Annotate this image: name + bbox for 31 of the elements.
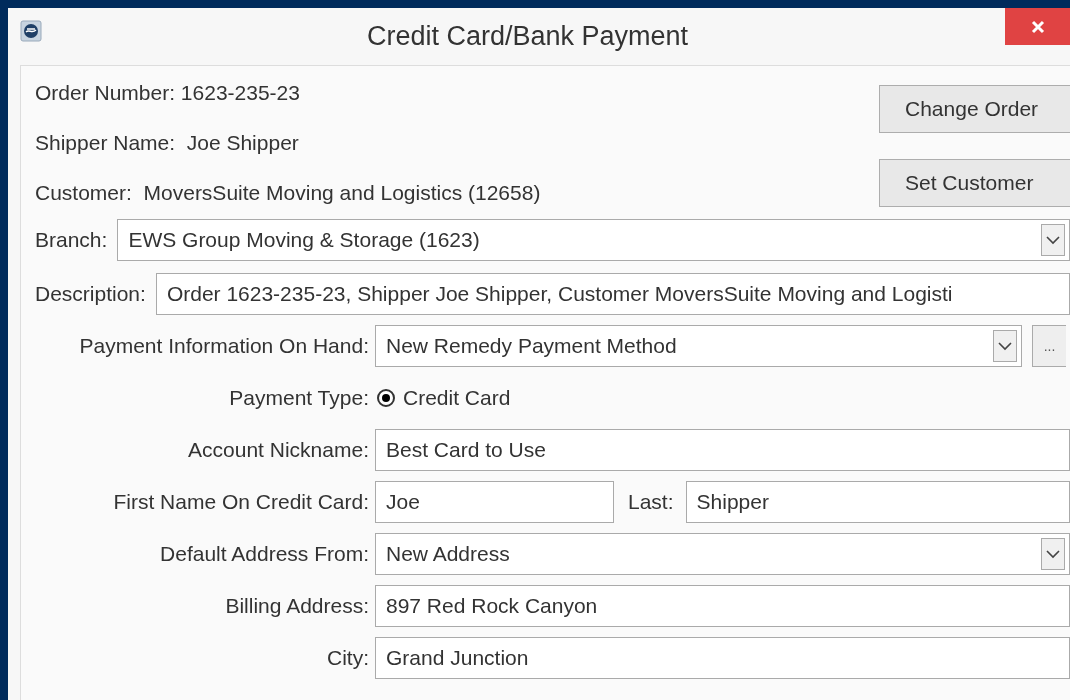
field-label: Description: — [35, 282, 146, 306]
field-label: Payment Information On Hand: — [78, 334, 369, 358]
field-label: City: — [326, 646, 369, 670]
action-button[interactable]: Change Order — [879, 85, 1070, 133]
text-field[interactable]: 897 Red Rock Canyon — [375, 585, 1070, 627]
action-button[interactable]: Set Customer — [879, 159, 1070, 207]
text-field[interactable]: Grand Junction — [375, 637, 1070, 679]
field-label: Last: — [628, 490, 674, 514]
radio-label[interactable]: Credit Card — [403, 386, 511, 410]
select-field[interactable]: New Remedy Payment Method — [375, 325, 1022, 367]
close-button[interactable] — [1005, 8, 1070, 45]
window-title: Credit Card/Bank Payment — [365, 21, 690, 52]
field-label: First Name On Credit Card: — [112, 490, 369, 514]
field-label: Payment Type: — [228, 386, 369, 410]
text-field[interactable]: Joe — [375, 481, 614, 523]
info-text: Shipper Name: Joe Shipper — [35, 130, 300, 156]
text-field[interactable]: Order 1623-235-23, Shipper Joe Shipper, Customer MoversSuite Moving and Logisti — [155, 273, 1070, 315]
text-field[interactable]: Shipper — [685, 481, 1070, 523]
select-field[interactable]: New Address — [375, 533, 1070, 575]
close-icon — [1030, 19, 1045, 34]
more-button[interactable]: ... — [1032, 325, 1066, 367]
select-field[interactable]: EWS Group Moving & Storage (1623) — [117, 219, 1070, 261]
field-label: Default Address From: — [159, 542, 369, 566]
radio-button[interactable] — [377, 389, 395, 407]
app-icon — [20, 20, 42, 42]
text-field[interactable]: Best Card to Use — [375, 429, 1070, 471]
field-label: Billing Address: — [224, 594, 369, 618]
field-label: Branch: — [35, 228, 108, 252]
field-label: Account Nickname: — [187, 438, 369, 462]
info-text: Order Number: 1623-235-23 — [35, 80, 301, 106]
info-text: Customer: MoversSuite Moving and Logistics (12658) — [35, 180, 541, 206]
